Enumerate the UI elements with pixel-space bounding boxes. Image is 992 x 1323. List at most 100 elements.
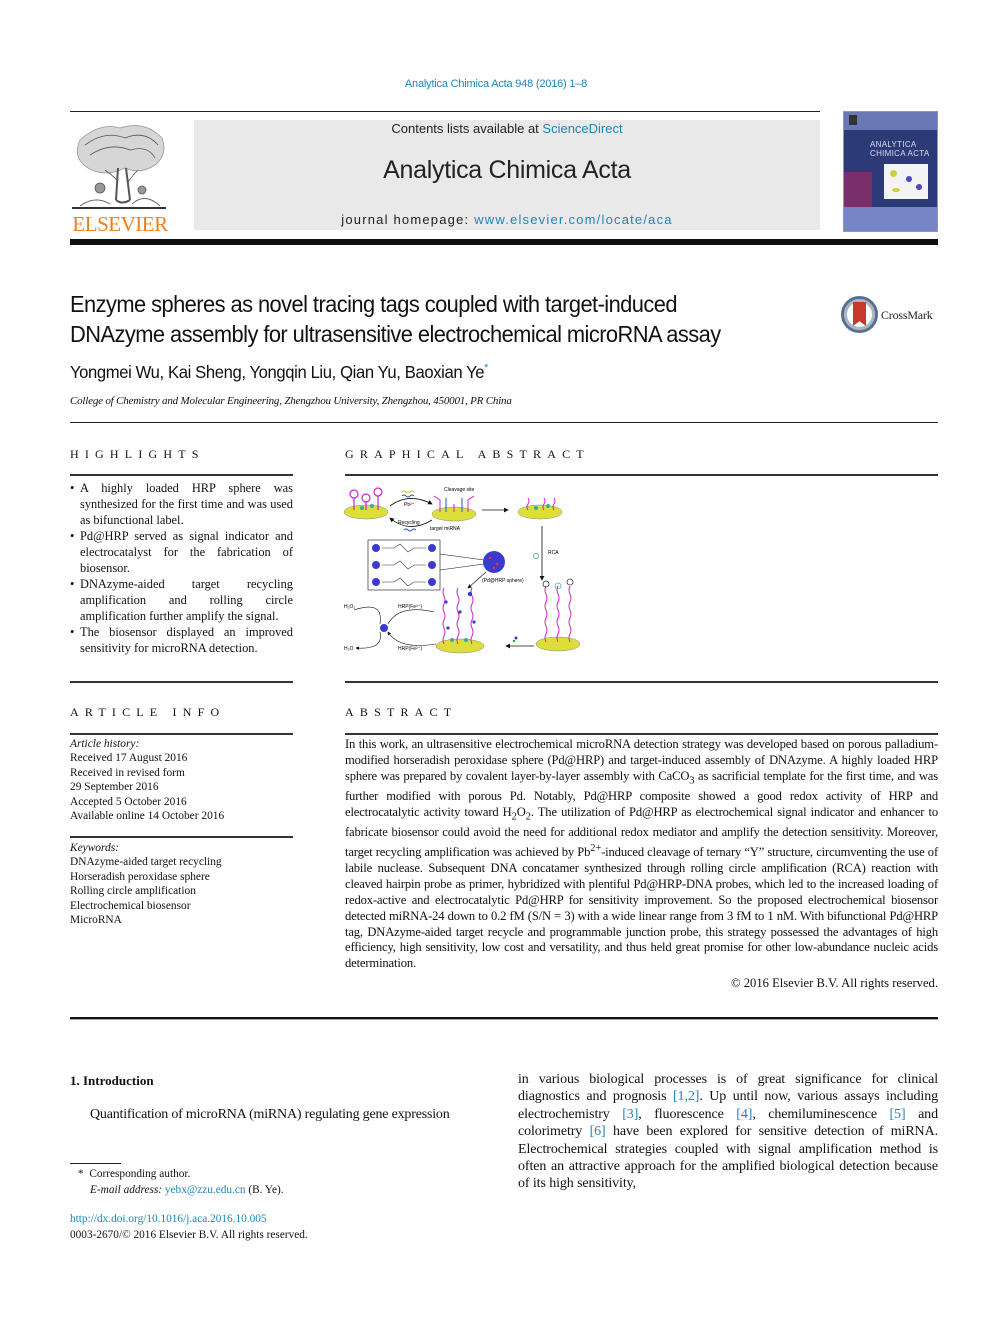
email-label: E-mail address:	[90, 1184, 165, 1196]
history-item: Received 17 August 2016	[70, 752, 188, 765]
highlight-item: DNAzyme-aided target recycling amplifica…	[70, 576, 293, 624]
footnote-mark: *	[78, 1168, 84, 1180]
keyword-item: DNAzyme-aided target recycling	[70, 856, 222, 869]
journal-name: Analytica Chimica Acta	[383, 156, 631, 184]
keywords-label: Keywords:	[70, 842, 119, 854]
header-rule	[70, 111, 820, 112]
intro-text: , chemiluminescence	[752, 1106, 890, 1122]
journal-cover-thumbnail[interactable]: ANALYTICA CHIMICA ACTA	[843, 111, 938, 232]
cover-title: ANALYTICA CHIMICA ACTA	[870, 140, 929, 158]
electrode-3	[517, 504, 563, 520]
introduction-heading: 1. Introduction	[70, 1073, 154, 1088]
keywords-rule	[70, 836, 293, 838]
abstract-end-rule-shadow	[70, 1019, 938, 1020]
corresponding-author-link[interactable]: *	[484, 362, 488, 374]
homepage-line: journal homepage: www.elsevier.com/locat…	[194, 212, 820, 227]
author-list: Yongmei Wu, Kai Sheng, Yongqin Liu, Qian…	[70, 362, 488, 383]
authors-text: Yongmei Wu, Kai Sheng, Yongqin Liu, Qian…	[70, 362, 485, 382]
crossmark-button[interactable]: CrossMark	[841, 296, 941, 334]
ga-label-rca: RCA	[548, 550, 559, 556]
keywords: Keywords: DNAzyme-aided target recycling…	[70, 841, 222, 927]
ga-small-sphere	[380, 624, 388, 632]
citation-link[interactable]: [1,2]	[673, 1089, 699, 1104]
cover-side-band	[844, 172, 872, 207]
ga-label-hrp-ox: HRP(Fe³⁺)	[398, 604, 422, 610]
abstract-body: In this work, an ultrasensitive electroc…	[345, 737, 938, 972]
title-rule	[70, 422, 938, 423]
sciencedirect-link[interactable]: ScienceDirect	[542, 121, 622, 136]
journal-banner: Contents lists available at ScienceDirec…	[194, 120, 820, 230]
affiliation: College of Chemistry and Molecular Engin…	[70, 395, 512, 407]
superscript: 2+	[590, 843, 602, 855]
footnote-email-line: E-mail address: yebx@zzu.edu.cn (B. Ye).	[70, 1182, 284, 1198]
highlights-list: A highly loaded HRP sphere was synthesiz…	[70, 480, 293, 656]
highlight-item: A highly loaded HRP sphere was synthesiz…	[70, 480, 293, 528]
journal-citation-link[interactable]: Analytica Chimica Acta 948 (2016) 1–8	[0, 78, 992, 90]
keyword-item: Horseradish peroxidase sphere	[70, 870, 210, 883]
graphical-abstract-rule-top	[345, 474, 938, 476]
cover-title-line2: CHIMICA ACTA	[870, 149, 930, 158]
footnote-rule	[70, 1163, 121, 1164]
graphical-abstract-rule-bottom	[345, 681, 938, 683]
citation-link[interactable]: [4]	[736, 1107, 752, 1122]
cover-image	[884, 164, 928, 199]
email-suffix: (B. Ye).	[245, 1184, 284, 1196]
elsevier-tree-icon	[72, 125, 166, 209]
contents-prefix: Contents lists available at	[391, 121, 543, 136]
abstract-text-4: -induced cleavage of ternary “Y” structu…	[345, 845, 938, 971]
ga-label-cleavage: Cleavage site	[444, 487, 475, 493]
intro-text: , fluorescence	[638, 1106, 737, 1122]
cover-bottom-band	[844, 207, 937, 231]
history-item: Accepted 5 October 2016	[70, 795, 187, 808]
introduction-left-text: Quantification of microRNA (miRNA) regul…	[90, 1107, 450, 1122]
history-item: 29 September 2016	[70, 781, 159, 794]
footnote: * Corresponding author. E-mail address: …	[70, 1166, 284, 1198]
abstract-copyright: © 2016 Elsevier B.V. All rights reserved…	[731, 976, 938, 990]
graphical-abstract-figure[interactable]: Pb²⁺ Recycling Cleavage site target miRN…	[344, 482, 604, 658]
crossmark-label: CrossMark	[881, 308, 933, 322]
ga-label-h2o2: H₂O₂	[344, 604, 355, 610]
issn-copyright: 0003-2670/© 2016 Elsevier B.V. All right…	[70, 1229, 308, 1241]
doi-link[interactable]: http://dx.doi.org/10.1016/j.aca.2016.10.…	[70, 1211, 308, 1227]
keyword-item: MicroRNA	[70, 914, 122, 927]
introduction-right-text: in various biological processes is of gr…	[518, 1071, 938, 1193]
header-thick-rule	[70, 239, 938, 245]
cover-logo-icon	[849, 115, 857, 125]
abstract-o: O	[516, 804, 526, 819]
article-title: Enzyme spheres as novel tracing tags cou…	[70, 289, 777, 349]
homepage-prefix: journal homepage:	[341, 212, 475, 227]
citation-link[interactable]: [3]	[622, 1107, 638, 1122]
abstract-rule	[345, 733, 938, 735]
footnote-corresponding-text: Corresponding author.	[89, 1168, 191, 1180]
keyword-item: Rolling circle amplification	[70, 885, 196, 898]
elsevier-logo[interactable]: ELSEVIER	[68, 120, 172, 236]
highlights-rule-top	[70, 474, 293, 476]
footnote-corresponding: * Corresponding author.	[70, 1166, 284, 1182]
citation-link[interactable]: [6]	[590, 1124, 606, 1139]
article-info-rule	[70, 733, 293, 735]
article-info-heading: ARTICLE INFO	[70, 705, 226, 719]
highlight-item: The biosensor displayed an improved sens…	[70, 624, 293, 656]
email-link[interactable]: yebx@zzu.edu.cn	[165, 1184, 246, 1196]
article-title-line1: Enzyme spheres as novel tracing tags cou…	[70, 291, 677, 317]
highlight-item: Pd@HRP served as signal indicator and el…	[70, 528, 293, 576]
history-item: Received in revised form	[70, 766, 185, 779]
cover-title-line1: ANALYTICA	[870, 140, 917, 149]
article-history-label: Article history:	[70, 738, 140, 750]
doi-block: http://dx.doi.org/10.1016/j.aca.2016.10.…	[70, 1211, 308, 1243]
ga-label-h2o: H₂O	[344, 646, 354, 652]
contents-line: Contents lists available at ScienceDirec…	[194, 121, 820, 136]
history-item: Available online 14 October 2016	[70, 810, 225, 823]
article-history: Article history: Received 17 August 2016…	[70, 737, 224, 823]
citation-link[interactable]: [5]	[890, 1107, 906, 1122]
homepage-link[interactable]: www.elsevier.com/locate/aca	[474, 212, 673, 227]
ga-label-pb: Pb²⁺	[404, 502, 415, 508]
ga-label-sphere: (Pd@HRP sphere)	[482, 578, 524, 584]
ga-label-recycling: Recycling	[398, 520, 420, 526]
elsevier-wordmark: ELSEVIER	[72, 212, 168, 236]
electrode-4	[535, 636, 581, 652]
highlights-heading: HIGHLIGHTS	[70, 447, 205, 461]
cover-top-band	[844, 112, 937, 130]
keyword-item: Electrochemical biosensor	[70, 899, 191, 912]
article-title-line2: DNAzyme assembly for ultrasensitive elec…	[70, 321, 721, 347]
